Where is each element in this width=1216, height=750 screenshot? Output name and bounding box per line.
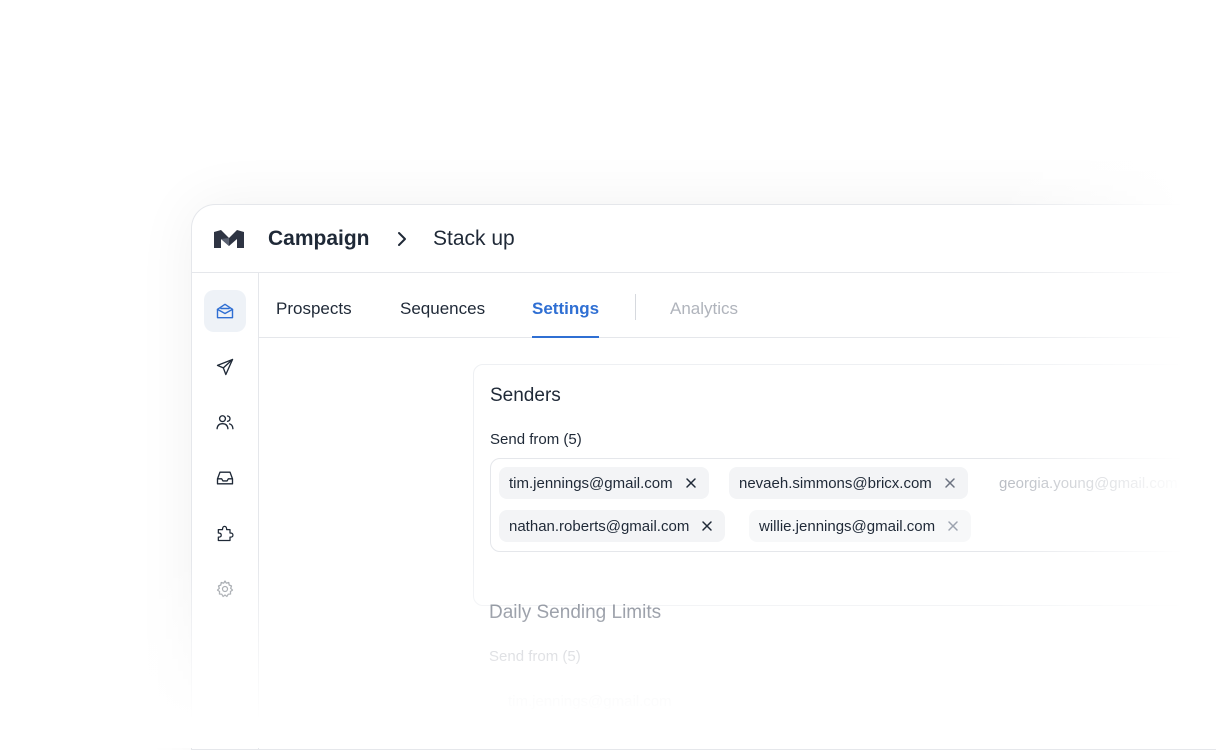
app-logo-icon bbox=[214, 230, 244, 248]
sidebar-item-users[interactable] bbox=[204, 401, 246, 443]
breadcrumb-current: Stack up bbox=[433, 227, 515, 250]
sender-chip-label: nevaeh.simmons@bricx.com bbox=[739, 474, 932, 492]
sidebar-item-inbox[interactable] bbox=[204, 457, 246, 499]
mail-open-icon bbox=[216, 303, 234, 319]
tab-sequences[interactable]: Sequences bbox=[400, 273, 485, 337]
tab-settings[interactable]: Settings bbox=[532, 273, 600, 338]
tab-prospects[interactable]: Prospects bbox=[276, 273, 352, 337]
sender-chip-label: tim.jennings@gmail.com bbox=[509, 474, 673, 492]
sender-chip-label: georgia.young@gmail.com bbox=[999, 474, 1178, 492]
gear-icon bbox=[216, 580, 234, 598]
chevron-right-icon bbox=[398, 232, 406, 246]
users-icon bbox=[216, 415, 234, 430]
send-icon bbox=[216, 358, 234, 376]
tab-bar: Prospects Sequences Settings Analytics bbox=[259, 273, 1216, 338]
daily-limits-title: Daily Sending Limits bbox=[489, 602, 662, 623]
sender-chip: nathan.roberts@gmail.com bbox=[499, 510, 726, 542]
puzzle-icon bbox=[217, 525, 234, 542]
senders-title: Senders bbox=[490, 385, 561, 406]
close-icon[interactable] bbox=[944, 477, 956, 489]
daily-limits-chip: tim.jennings@gmail.com bbox=[508, 693, 672, 710]
tab-divider bbox=[635, 294, 636, 320]
sender-chip: willie.jennings@gmail.com bbox=[749, 510, 972, 542]
app-window: Campaign Stack up Prospects Sequences Se… bbox=[191, 204, 1216, 750]
sender-chip: tim.jennings@gmail.com bbox=[499, 467, 709, 499]
daily-limits-label: Send from (5) bbox=[489, 648, 581, 665]
sender-chip-label: nathan.roberts@gmail.com bbox=[509, 517, 690, 535]
inbox-icon bbox=[216, 471, 234, 485]
sender-chip: georgia.young@gmail.com bbox=[989, 467, 1190, 499]
sidebar bbox=[192, 273, 259, 749]
close-icon[interactable] bbox=[947, 520, 959, 532]
sidebar-item-mail[interactable] bbox=[204, 290, 246, 332]
senders-card: Senders Send from (5) tim.jennings@gmail… bbox=[473, 364, 1216, 606]
sender-chip: nevaeh.simmons@bricx.com bbox=[729, 467, 968, 499]
title-bar: Campaign Stack up bbox=[192, 205, 1216, 273]
sidebar-item-integrations[interactable] bbox=[204, 512, 246, 554]
close-icon[interactable] bbox=[701, 520, 713, 532]
sidebar-item-send[interactable] bbox=[204, 346, 246, 388]
send-from-label: Send from (5) bbox=[490, 431, 582, 448]
sender-chip-label: willie.jennings@gmail.com bbox=[759, 517, 936, 535]
close-icon[interactable] bbox=[685, 477, 697, 489]
sidebar-item-settings[interactable] bbox=[204, 568, 246, 610]
breadcrumb-campaign[interactable]: Campaign bbox=[268, 227, 370, 251]
send-from-input[interactable]: tim.jennings@gmail.com nevaeh.simmons@br… bbox=[490, 458, 1212, 552]
tab-analytics[interactable]: Analytics bbox=[670, 273, 738, 337]
